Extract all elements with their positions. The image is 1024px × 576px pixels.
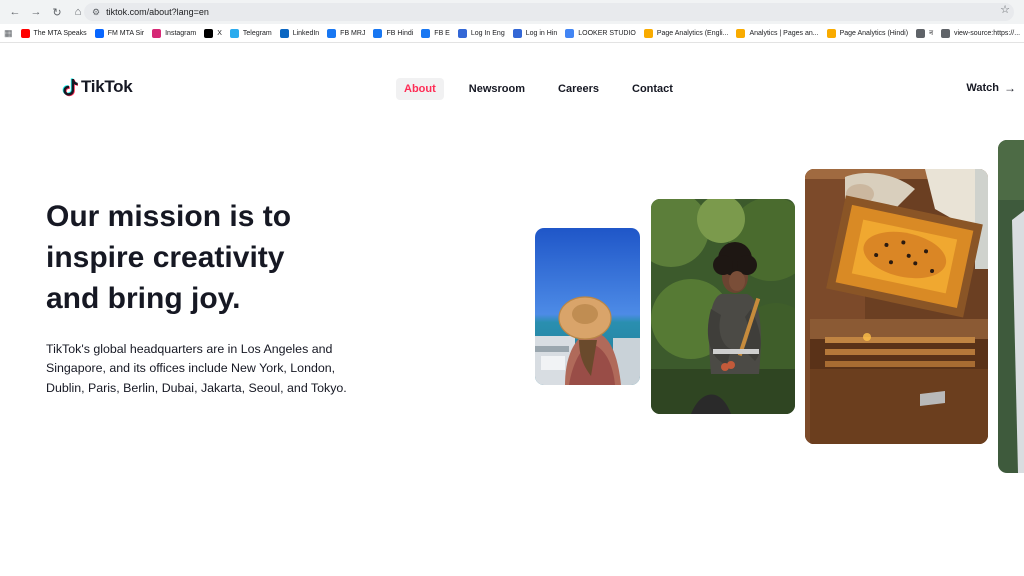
bookmark-item[interactable]: Log In Eng — [457, 28, 505, 38]
x-icon — [204, 28, 214, 38]
hero-title-line: Our mission is to — [46, 200, 292, 233]
bookmark-label: X — [217, 29, 222, 37]
facebook-icon — [327, 28, 337, 38]
bookmark-label: FB Hindi — [386, 29, 414, 37]
bookmark-item[interactable]: Telegram — [229, 28, 272, 38]
site-header: TikTok About Newsroom Careers Contact Wa… — [0, 43, 1024, 133]
bookmark-item[interactable]: view-source:https://... — [940, 28, 1021, 38]
bookmark-label: LOOKER STUDIO — [578, 29, 636, 37]
globe-icon — [940, 28, 950, 38]
bookmark-item[interactable]: Analytics | Pages an... — [736, 28, 819, 38]
globe-icon — [457, 28, 467, 38]
facebook-icon — [421, 28, 431, 38]
globe-icon — [512, 28, 522, 38]
photo-woman-sun-hat — [535, 228, 640, 385]
back-arrow-icon[interactable]: ← — [6, 3, 24, 21]
forward-arrow-icon[interactable]: → — [27, 3, 45, 21]
bookmark-label: LinkedIn — [292, 29, 320, 37]
bookmark-label: Log In Eng — [470, 29, 505, 37]
analytics-icon — [736, 28, 746, 38]
bookmark-label: Page Analytics (Hindi) — [839, 29, 909, 37]
bookmark-item[interactable]: Page Analytics (Hindi) — [826, 28, 909, 38]
bookmark-star-icon[interactable]: ☆ — [1000, 3, 1010, 16]
bookmark-label: FB E — [434, 29, 450, 37]
analytics-icon — [643, 28, 653, 38]
nav-contact[interactable]: Contact — [624, 78, 681, 100]
bookmark-label: न — [929, 29, 933, 37]
globe-icon — [916, 28, 926, 38]
bookmark-label: Log in Hin — [525, 29, 558, 37]
hero-description: TikTok's global headquarters are in Los … — [46, 342, 347, 395]
bookmark-item[interactable]: The MTA Speaks — [20, 28, 87, 38]
site-info-icon[interactable]: ⚙ — [92, 7, 100, 18]
bookmark-item[interactable]: LinkedIn — [279, 28, 320, 38]
bookmark-label: FM MTA Sir — [107, 29, 145, 37]
youtube-icon — [20, 28, 30, 38]
main-nav: About Newsroom Careers Contact — [396, 78, 698, 100]
bookmark-item[interactable]: Page Analytics (Engli... — [643, 28, 729, 38]
bookmark-label: Analytics | Pages an... — [749, 29, 819, 37]
bookmark-item[interactable]: FB E — [421, 28, 450, 38]
logo-text: TikTok — [81, 77, 133, 96]
arrow-right-icon: → — [1004, 81, 1016, 95]
reload-icon[interactable]: ↻ — [48, 3, 66, 21]
bookmark-item[interactable]: X — [204, 28, 222, 38]
hero-title: Our mission is to inspire creativity and… — [46, 196, 366, 319]
photo-woman-bicycle — [651, 199, 795, 414]
bookmark-item[interactable]: FB Hindi — [373, 28, 414, 38]
watch-label: Watch — [966, 82, 999, 94]
bookmark-item[interactable]: LOOKER STUDIO — [565, 28, 636, 38]
bookmark-label: The MTA Speaks — [33, 29, 87, 37]
address-bar[interactable]: ⚙ tiktok.com/about?lang=en — [84, 3, 1014, 21]
bookmarks-bar: ▦ The MTA Speaks FM MTA Sir Instagram X Tele… — [0, 24, 1024, 43]
url-text: tiktok.com/about?lang=en — [106, 7, 209, 17]
nav-careers[interactable]: Careers — [550, 78, 607, 100]
hero-title-line: and bring joy. — [46, 282, 241, 315]
bookmark-item[interactable]: न — [916, 28, 933, 38]
bookmark-label: Page Analytics (Engli... — [656, 29, 729, 37]
bookmark-label: Telegram — [242, 29, 272, 37]
bookmark-item[interactable]: Log in Hin — [512, 28, 558, 38]
bookmark-item[interactable]: Instagram — [152, 28, 197, 38]
hero-title-line: inspire creativity — [46, 241, 285, 274]
photo-beehive-frame — [805, 169, 988, 444]
bookmark-label: FB MRJ — [340, 29, 366, 37]
bookmark-item[interactable]: FM MTA Sir — [94, 28, 145, 38]
telegram-icon — [229, 28, 239, 38]
instagram-icon — [152, 28, 162, 38]
bookmark-item[interactable]: FB MRJ — [327, 28, 366, 38]
bookmark-label: Instagram — [165, 29, 197, 37]
nav-about[interactable]: About — [396, 78, 444, 100]
bookmark-label: view-source:https://... — [953, 29, 1021, 37]
analytics-icon — [826, 28, 836, 38]
meta-icon — [94, 28, 104, 38]
linkedin-icon — [279, 28, 289, 38]
nav-newsroom[interactable]: Newsroom — [461, 78, 533, 100]
apps-grid-icon[interactable]: ▦ — [4, 28, 13, 39]
browser-toolbar: ← → ↻ ⌂ ⚙ tiktok.com/about?lang=en ☆ — [0, 0, 1024, 24]
tiktok-logo[interactable]: TikTok — [62, 77, 133, 97]
facebook-icon — [373, 28, 383, 38]
tiktok-note-icon — [62, 78, 78, 97]
watch-link[interactable]: Watch → — [966, 81, 1016, 95]
photo-partial-right — [998, 140, 1024, 473]
looker-icon — [565, 28, 575, 38]
